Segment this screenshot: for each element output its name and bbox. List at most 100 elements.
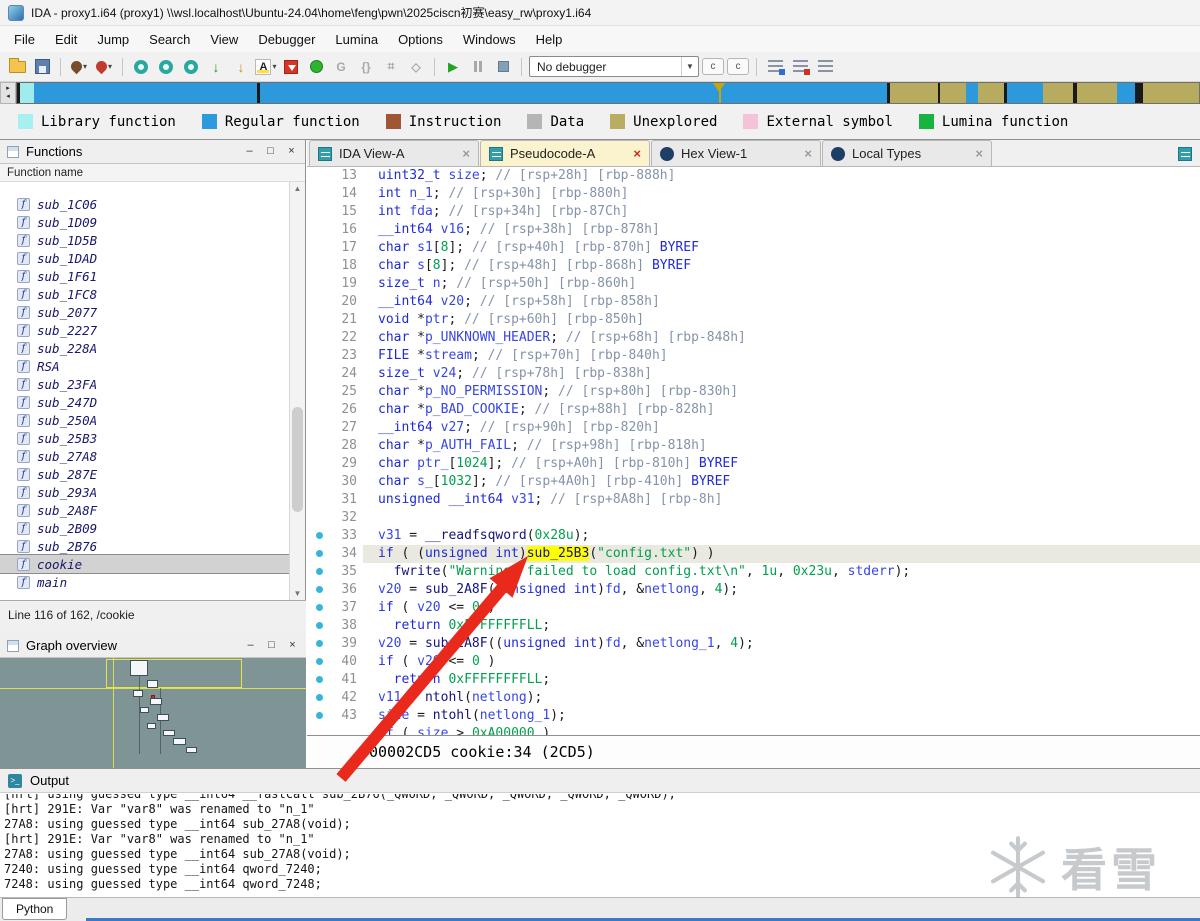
function-list-item[interactable]: sub_1FC8 bbox=[0, 285, 290, 303]
function-list-item[interactable]: sub_2B09 bbox=[0, 519, 290, 537]
scroll-down-icon[interactable]: ▼ bbox=[290, 589, 305, 598]
code-line[interactable]: 26char *p_BAD_COOKIE; // [rsp+88h] [rbp-… bbox=[307, 401, 1200, 419]
function-list-item[interactable]: sub_293A bbox=[0, 483, 290, 501]
desktop-layout-button[interactable] bbox=[814, 56, 836, 78]
code-line[interactable]: 37if ( v20 <= 0 ) bbox=[307, 599, 1200, 617]
code-line[interactable]: 29char ptr_[1024]; // [rsp+A0h] [rbp-810… bbox=[307, 455, 1200, 473]
code-line[interactable]: 19size_t n; // [rsp+50h] [rbp-860h] bbox=[307, 275, 1200, 293]
code-line[interactable]: 17char s1[8]; // [rsp+40h] [rbp-870h] BY… bbox=[307, 239, 1200, 257]
code-line[interactable]: 30char s_[1032]; // [rsp+4A0h] [rbp-410h… bbox=[307, 473, 1200, 491]
start-process-button[interactable]: ▶ bbox=[442, 56, 464, 78]
column-header-function-name[interactable]: Function name bbox=[0, 164, 305, 182]
menu-help[interactable]: Help bbox=[526, 28, 573, 51]
menu-jump[interactable]: Jump bbox=[87, 28, 139, 51]
function-list-item[interactable]: cookie bbox=[0, 555, 290, 573]
code-line[interactable]: 27__int64 v27; // [rsp+90h] [rbp-820h] bbox=[307, 419, 1200, 437]
menu-view[interactable]: View bbox=[200, 28, 248, 51]
code-line[interactable]: 43size = ntohl(netlong_1); bbox=[307, 707, 1200, 725]
window-list-icon[interactable] bbox=[1178, 147, 1192, 161]
function-list-item[interactable]: sub_1D09 bbox=[0, 213, 290, 231]
jump-next-button[interactable]: ↓ bbox=[205, 56, 227, 78]
function-list-item[interactable]: sub_27A8 bbox=[0, 447, 290, 465]
navigate-forward-button[interactable] bbox=[155, 56, 177, 78]
panel-float-button[interactable]: □ bbox=[264, 145, 277, 158]
save-file-button[interactable] bbox=[31, 56, 53, 78]
function-list-item[interactable]: sub_1F61 bbox=[0, 267, 290, 285]
graph-overview-map[interactable] bbox=[0, 658, 306, 768]
tab-close-icon[interactable]: × bbox=[462, 146, 470, 161]
code-line[interactable]: 20__int64 v20; // [rsp+58h] [rbp-858h] bbox=[307, 293, 1200, 311]
code-line[interactable]: 33v31 = __readfsqword(0x28u); bbox=[307, 527, 1200, 545]
navigation-band[interactable] bbox=[16, 82, 1200, 104]
code-line[interactable]: 31unsigned __int64 v31; // [rsp+8A8h] [r… bbox=[307, 491, 1200, 509]
code-line[interactable]: 21void *ptr; // [rsp+60h] [rbp-850h] bbox=[307, 311, 1200, 329]
close-window-button[interactable] bbox=[789, 56, 811, 78]
code-line[interactable]: 40if ( v20 <= 0 ) bbox=[307, 653, 1200, 671]
function-list-item[interactable]: sub_2A8F bbox=[0, 501, 290, 519]
panel-minimize-button[interactable]: – bbox=[244, 639, 257, 652]
function-list-item[interactable]: sub_1C06 bbox=[0, 195, 290, 213]
code-line[interactable]: 28char *p_AUTH_FAIL; // [rsp+98h] [rbp-8… bbox=[307, 437, 1200, 455]
disabled-tool-button-3[interactable]: ⌗ bbox=[380, 56, 402, 78]
code-line[interactable]: 34if ( (unsigned int)sub_25B3("config.tx… bbox=[307, 545, 1200, 563]
stop-process-button[interactable] bbox=[492, 56, 514, 78]
debugger-option-button-1[interactable]: c bbox=[702, 58, 724, 75]
tab-close-icon[interactable]: × bbox=[633, 146, 641, 161]
menu-lumina[interactable]: Lumina bbox=[325, 28, 388, 51]
menu-options[interactable]: Options bbox=[388, 28, 453, 51]
function-list-item[interactable]: sub_287E bbox=[0, 465, 290, 483]
tab-close-icon[interactable]: × bbox=[975, 146, 983, 161]
scroll-up-icon[interactable]: ▲ bbox=[290, 184, 305, 193]
panel-close-button[interactable]: × bbox=[286, 639, 299, 652]
jump-previous-button[interactable]: ↓ bbox=[230, 56, 252, 78]
functions-scrollbar[interactable]: ▲ ▼ bbox=[289, 182, 305, 600]
code-line[interactable]: 23FILE *stream; // [rsp+70h] [rbp-840h] bbox=[307, 347, 1200, 365]
tab-ida-view-a[interactable]: IDA View-A× bbox=[309, 140, 479, 166]
function-list-item[interactable]: sub_2077 bbox=[0, 303, 290, 321]
tab-local-types[interactable]: Local Types× bbox=[822, 140, 992, 166]
code-line[interactable]: 41 return 0xFFFFFFFFLL; bbox=[307, 671, 1200, 689]
jump-address-button[interactable] bbox=[180, 56, 202, 78]
function-list-item[interactable]: sub_25B3 bbox=[0, 429, 290, 447]
code-line[interactable]: 35 fwrite("Warning: failed to load confi… bbox=[307, 563, 1200, 581]
function-list-item[interactable]: sub_1D5B bbox=[0, 231, 290, 249]
windows-list-button[interactable] bbox=[764, 56, 786, 78]
menu-windows[interactable]: Windows bbox=[453, 28, 526, 51]
menu-search[interactable]: Search bbox=[139, 28, 200, 51]
tab-close-icon[interactable]: × bbox=[804, 146, 812, 161]
tab-python[interactable]: Python bbox=[2, 898, 67, 920]
cancel-analysis-button[interactable] bbox=[280, 56, 302, 78]
code-line[interactable]: 18char s[8]; // [rsp+48h] [rbp-868h] BYR… bbox=[307, 257, 1200, 275]
menu-debugger[interactable]: Debugger bbox=[248, 28, 325, 51]
function-list-item[interactable]: main bbox=[0, 573, 290, 591]
code-line[interactable]: if ( size > 0xA00000 ) bbox=[307, 725, 1200, 735]
code-line[interactable]: 16__int64 v16; // [rsp+38h] [rbp-878h] bbox=[307, 221, 1200, 239]
panel-float-button[interactable]: □ bbox=[265, 639, 278, 652]
disabled-tool-button-2[interactable]: {} bbox=[355, 56, 377, 78]
function-list-item[interactable]: sub_2227 bbox=[0, 321, 290, 339]
code-line[interactable]: 15int fda; // [rsp+34h] [rbp-87Ch] bbox=[307, 203, 1200, 221]
menu-edit[interactable]: Edit bbox=[45, 28, 87, 51]
code-line[interactable]: 36v20 = sub_2A8F((unsigned int)fd, &netl… bbox=[307, 581, 1200, 599]
tab-hex-view-1[interactable]: Hex View-1× bbox=[651, 140, 821, 166]
code-line[interactable]: 42v11 = ntohl(netlong); bbox=[307, 689, 1200, 707]
navigate-back-button[interactable] bbox=[130, 56, 152, 78]
code-line[interactable]: 13uint32_t size; // [rsp+28h] [rbp-888h] bbox=[307, 167, 1200, 185]
output-log[interactable]: [hrt] using guessed type __int64 __fastc… bbox=[0, 794, 1200, 897]
code-line[interactable]: 39v20 = sub_2A8F((unsigned int)fd, &netl… bbox=[307, 635, 1200, 653]
debugger-select[interactable]: No debugger ▼ bbox=[529, 56, 699, 77]
item-color-button[interactable]: ▾ bbox=[93, 56, 115, 78]
highlight-color-button[interactable]: A▾ bbox=[255, 56, 277, 78]
code-line[interactable]: 25char *p_NO_PERMISSION; // [rsp+80h] [r… bbox=[307, 383, 1200, 401]
menu-file[interactable]: File bbox=[4, 28, 45, 51]
code-line[interactable]: 32 bbox=[307, 509, 1200, 527]
disabled-tool-button-1[interactable]: G bbox=[330, 56, 352, 78]
function-list-item[interactable]: sub_228A bbox=[0, 339, 290, 357]
function-list-item[interactable]: sub_1DAD bbox=[0, 249, 290, 267]
open-file-button[interactable] bbox=[6, 56, 28, 78]
code-line[interactable]: 22char *p_UNKNOWN_HEADER; // [rsp+68h] [… bbox=[307, 329, 1200, 347]
scrollbar-thumb[interactable] bbox=[292, 407, 303, 512]
function-list-item[interactable]: sub_2B76 bbox=[0, 537, 290, 555]
panel-minimize-button[interactable]: – bbox=[243, 145, 256, 158]
pseudocode-view[interactable]: 13uint32_t size; // [rsp+28h] [rbp-888h]… bbox=[307, 167, 1200, 735]
